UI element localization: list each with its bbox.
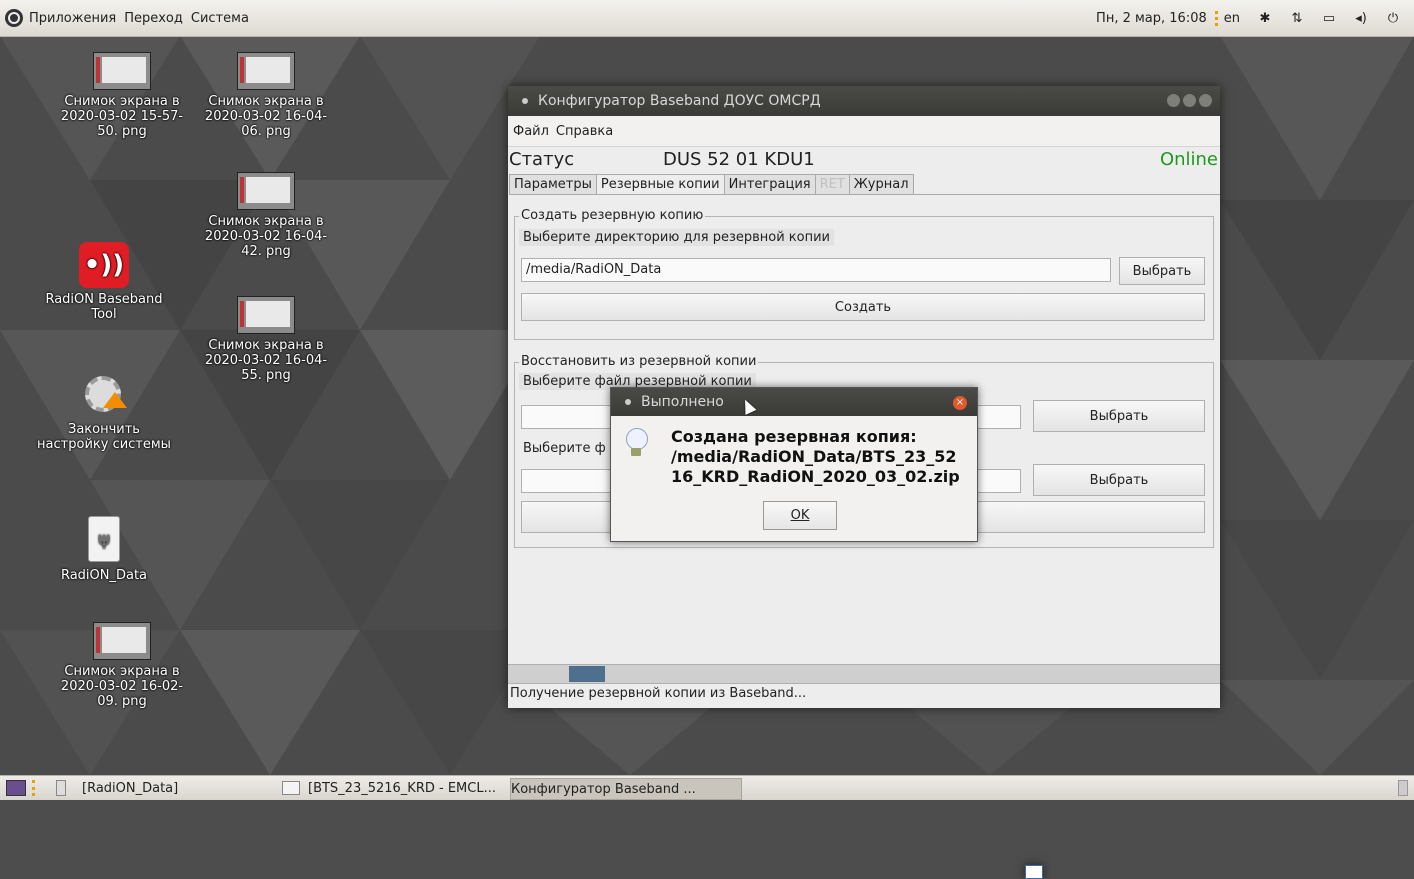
desktop-icon-label: Закончить настройку системы bbox=[37, 422, 171, 452]
task-radion-data[interactable]: [RadiON_Data] bbox=[50, 778, 270, 798]
desktop-icon-label: RadiON_Data bbox=[60, 568, 148, 583]
restore-backup-title: Восстановить из резервной копии bbox=[519, 354, 759, 369]
dialog-close-icon[interactable]: × bbox=[953, 396, 967, 410]
desktop-icon-label: Снимок экрана в 2020-03-02 16-04-42. png bbox=[204, 214, 328, 259]
window-title: Конфигуратор Baseband ДОУС ОМСРД bbox=[538, 93, 821, 109]
desktop-icon-screenshot-1[interactable]: Снимок экрана в 2020-03-02 15-57-50. png bbox=[52, 52, 192, 139]
desktop-icon-radion-data[interactable]: ψ RadiON_Data bbox=[34, 516, 174, 583]
choose-restore-file-button-2[interactable]: Выбрать bbox=[1033, 464, 1205, 496]
dir-label: Выберите директорию для резервной копии bbox=[519, 229, 835, 246]
menubar: Файл Справка bbox=[508, 116, 1220, 147]
network-icon[interactable]: ⇅ bbox=[1286, 11, 1308, 26]
image-file-icon bbox=[93, 52, 151, 90]
desktop-icon-label: Снимок экрана в 2020-03-02 16-02-09. png bbox=[60, 664, 184, 709]
desktop-icon-screenshot-5[interactable]: Снимок экрана в 2020-03-02 16-02-09. png bbox=[52, 622, 192, 709]
menu-file[interactable]: Файл bbox=[513, 124, 549, 139]
desktop-icon-label: Снимок экрана в 2020-03-02 16-04-55. png bbox=[204, 338, 328, 383]
taskbar: [RadiON_Data] [BTS_23_5216_KRD - EMCL...… bbox=[0, 775, 1414, 879]
desktop-icon-label: Снимок экрана в 2020-03-02 15-57-50. png bbox=[60, 94, 184, 139]
dialog-message-line: 16_KRD_RadiON_2020_03_02.zip bbox=[671, 467, 960, 486]
create-backup-title: Создать резервную копию bbox=[519, 208, 706, 223]
progress-fill bbox=[569, 666, 605, 682]
tab-integration[interactable]: Интеграция bbox=[723, 174, 816, 194]
window-menu-icon[interactable] bbox=[522, 98, 528, 104]
online-status: Online bbox=[1159, 148, 1218, 170]
menu-applications[interactable]: Приложения bbox=[29, 11, 116, 26]
task-label: Конфигуратор Baseband ... bbox=[511, 781, 696, 797]
status-label: Статус bbox=[509, 148, 575, 170]
image-file-icon bbox=[237, 296, 295, 334]
system-tray: Пн, 2 мар, 16:08 en ✱ ⇅ ▭ ◂) ⏻ bbox=[1096, 0, 1414, 36]
clock[interactable]: Пн, 2 мар, 16:08 bbox=[1096, 11, 1207, 26]
tab-backups[interactable]: Резервные копии bbox=[595, 174, 725, 194]
status-row: Статус DUS 52 01 KDU1 Online bbox=[508, 147, 1220, 171]
show-desktop-icon[interactable] bbox=[6, 780, 26, 796]
status-bar-text: Получение резервной копии из Baseband... bbox=[510, 686, 807, 701]
choose-dir-button[interactable]: Выбрать bbox=[1119, 257, 1205, 285]
tab-journal[interactable]: Журнал bbox=[848, 174, 914, 194]
dialog-message: Создана резервная копия: /media/RadiON_D… bbox=[671, 427, 960, 487]
tab-bar: Параметры Резервные копии Интеграция RET… bbox=[509, 171, 1220, 195]
image-file-icon bbox=[237, 52, 295, 90]
image-file-icon bbox=[237, 172, 295, 210]
tab-ret: RET bbox=[814, 174, 850, 194]
progress-bar bbox=[508, 664, 1220, 684]
ubuntu-logo-icon[interactable] bbox=[5, 9, 23, 27]
done-dialog: Выполнено × Создана резервная копия: /me… bbox=[610, 387, 978, 542]
desktop-icon-label: Снимок экрана в 2020-03-02 16-04-06. png bbox=[204, 94, 328, 139]
lightbulb-icon bbox=[625, 428, 648, 458]
dialog-menu-icon[interactable] bbox=[625, 399, 631, 405]
desktop-icon-radion-tool[interactable]: •)) RadiON Baseband Tool bbox=[34, 242, 174, 322]
tab-parameters[interactable]: Параметры bbox=[509, 174, 597, 194]
usb-drive-icon bbox=[56, 780, 66, 796]
image-viewer-icon bbox=[282, 781, 300, 795]
task-configurator[interactable]: Конфигуратор Baseband ... bbox=[510, 778, 1043, 879]
task-screenshot[interactable]: [BTS_23_5216_KRD - EMCL... bbox=[282, 778, 508, 798]
ok-button[interactable]: OK bbox=[763, 501, 837, 530]
menu-help[interactable]: Справка bbox=[556, 124, 613, 139]
usb-drive-icon: ψ bbox=[88, 516, 120, 562]
desktop-icon-screenshot-3[interactable]: Снимок экрана в 2020-03-02 16-04-42. png bbox=[196, 172, 336, 259]
battery-icon[interactable]: ▭ bbox=[1318, 11, 1340, 26]
menu-system[interactable]: Система bbox=[191, 11, 249, 26]
bluetooth-icon[interactable]: ✱ bbox=[1254, 11, 1276, 26]
keyboard-layout-indicator[interactable]: en bbox=[1214, 10, 1240, 26]
choose-restore-file-button[interactable]: Выбрать bbox=[1033, 400, 1205, 432]
dialog-message-line: Создана резервная копия: bbox=[671, 427, 917, 446]
gear-icon bbox=[81, 372, 127, 418]
task-label: [BTS_23_5216_KRD - EMCL... bbox=[308, 780, 496, 796]
create-backup-group: Создать резервную копию Выберите директо… bbox=[514, 208, 1214, 340]
minimize-icon[interactable] bbox=[1167, 94, 1180, 107]
radio-waves-icon: •)) bbox=[79, 242, 129, 288]
taskbar-separator bbox=[32, 780, 38, 796]
window-titlebar[interactable]: Конфигуратор Baseband ДОУС ОМСРД bbox=[508, 86, 1220, 116]
top-panel: Приложения Переход Система Пн, 2 мар, 16… bbox=[0, 0, 1414, 37]
trash-icon[interactable] bbox=[1398, 780, 1408, 796]
backup-dir-field[interactable]: /media/RadiON_Data bbox=[521, 258, 1111, 282]
window-controls bbox=[1164, 94, 1212, 107]
device-name: DUS 52 01 KDU1 bbox=[663, 148, 815, 170]
create-backup-button[interactable]: Создать bbox=[521, 293, 1205, 321]
desktop-icon-label: RadiON Baseband Tool bbox=[45, 292, 163, 322]
dialog-message-line: /media/RadiON_Data/BTS_23_52 bbox=[671, 447, 957, 466]
dialog-titlebar[interactable]: Выполнено bbox=[611, 388, 977, 416]
task-label: [RadiON_Data] bbox=[82, 780, 179, 796]
close-icon[interactable] bbox=[1199, 94, 1212, 107]
desktop-icon-screenshot-2[interactable]: Снимок экрана в 2020-03-02 16-04-06. png bbox=[196, 52, 336, 139]
menu-places[interactable]: Переход bbox=[124, 11, 183, 26]
dialog-title: Выполнено bbox=[641, 394, 724, 410]
volume-icon[interactable]: ◂) bbox=[1350, 11, 1372, 26]
desktop-icon-screenshot-4[interactable]: Снимок экрана в 2020-03-02 16-04-55. png bbox=[196, 296, 336, 383]
maximize-icon[interactable] bbox=[1183, 94, 1196, 107]
image-file-icon bbox=[93, 622, 151, 660]
restore-file-label-2: Выберите ф bbox=[523, 441, 606, 456]
power-icon[interactable]: ⏻ bbox=[1382, 11, 1404, 26]
desktop-icon-finish-setup[interactable]: Закончить настройку системы bbox=[34, 372, 174, 452]
window-icon bbox=[1025, 865, 1043, 879]
